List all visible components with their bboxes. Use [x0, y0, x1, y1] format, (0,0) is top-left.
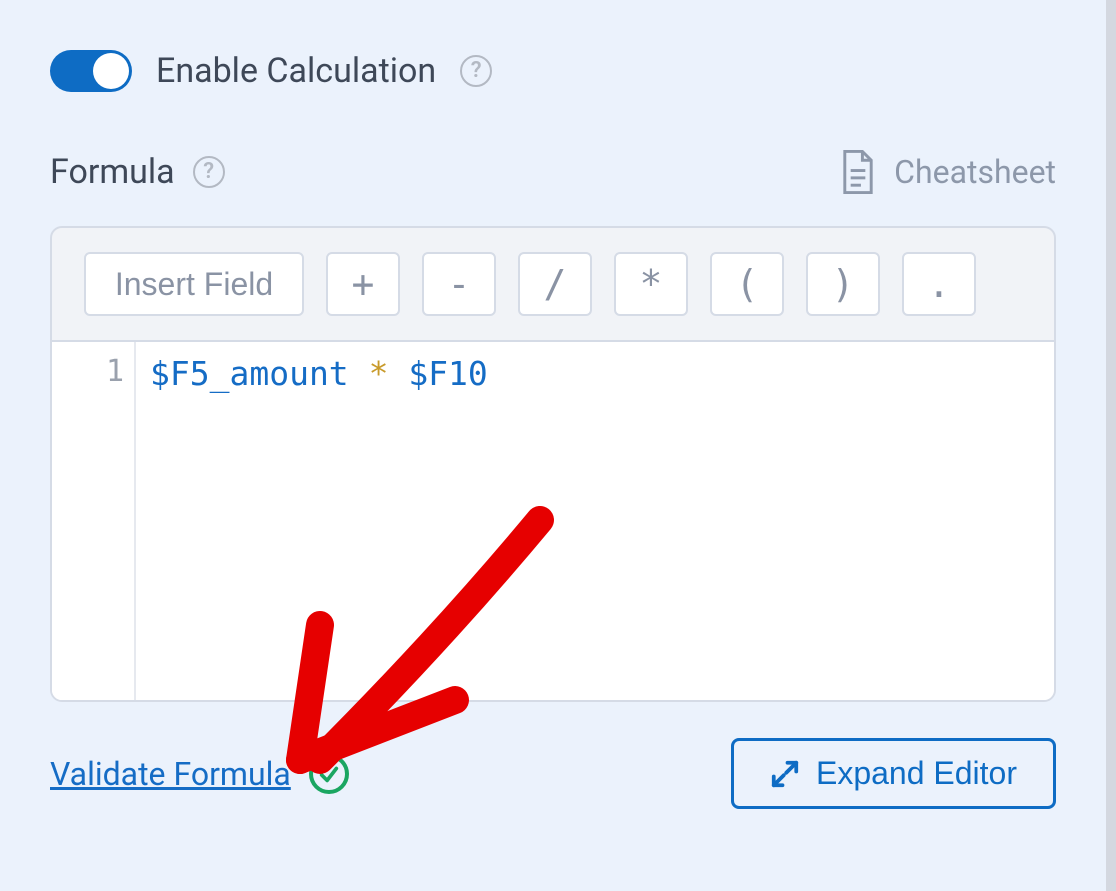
help-icon[interactable]: [193, 156, 225, 188]
toggle-knob: [93, 53, 129, 89]
code-area: 1 $F5_amount * $F10: [52, 340, 1054, 700]
formula-header-row: Formula Cheatsheet: [50, 150, 1056, 194]
operator-multiply-button[interactable]: *: [614, 252, 688, 316]
operator-divide-button[interactable]: /: [518, 252, 592, 316]
token-var: $F5_amount: [150, 354, 349, 393]
validate-formula-link[interactable]: Validate Formula: [50, 755, 291, 793]
enable-calculation-toggle[interactable]: [50, 50, 132, 92]
cheatsheet-label: Cheatsheet: [894, 153, 1056, 191]
insert-field-button[interactable]: Insert Field: [84, 252, 304, 316]
token-op: *: [369, 354, 389, 393]
formula-editor: Insert Field + - / * ( ) . 1 $F5_amount …: [50, 226, 1056, 702]
expand-icon: [770, 759, 800, 789]
operator-plus-button[interactable]: +: [326, 252, 400, 316]
code-gutter: 1: [52, 342, 136, 700]
formula-title: Formula: [50, 152, 175, 192]
operator-minus-button[interactable]: -: [422, 252, 496, 316]
expand-editor-button[interactable]: Expand Editor: [731, 738, 1056, 809]
operator-rparen-button[interactable]: ): [806, 252, 880, 316]
cheatsheet-link[interactable]: Cheatsheet: [840, 150, 1056, 194]
code-editor[interactable]: $F5_amount * $F10: [136, 342, 1054, 700]
validate-area: Validate Formula: [50, 754, 349, 794]
line-number: 1: [106, 354, 124, 389]
document-icon: [840, 150, 876, 194]
editor-footer-row: Validate Formula Expand Editor: [50, 738, 1056, 809]
formula-toolbar: Insert Field + - / * ( ) .: [52, 228, 1054, 340]
operator-dot-button[interactable]: .: [902, 252, 976, 316]
enable-calculation-row: Enable Calculation: [50, 50, 1056, 92]
check-circle-icon: [309, 754, 349, 794]
expand-editor-label: Expand Editor: [816, 755, 1017, 792]
token-var: $F10: [408, 354, 487, 393]
enable-calculation-label: Enable Calculation: [156, 51, 436, 91]
operator-lparen-button[interactable]: (: [710, 252, 784, 316]
help-icon[interactable]: [460, 55, 492, 87]
formula-title-area: Formula: [50, 152, 225, 192]
